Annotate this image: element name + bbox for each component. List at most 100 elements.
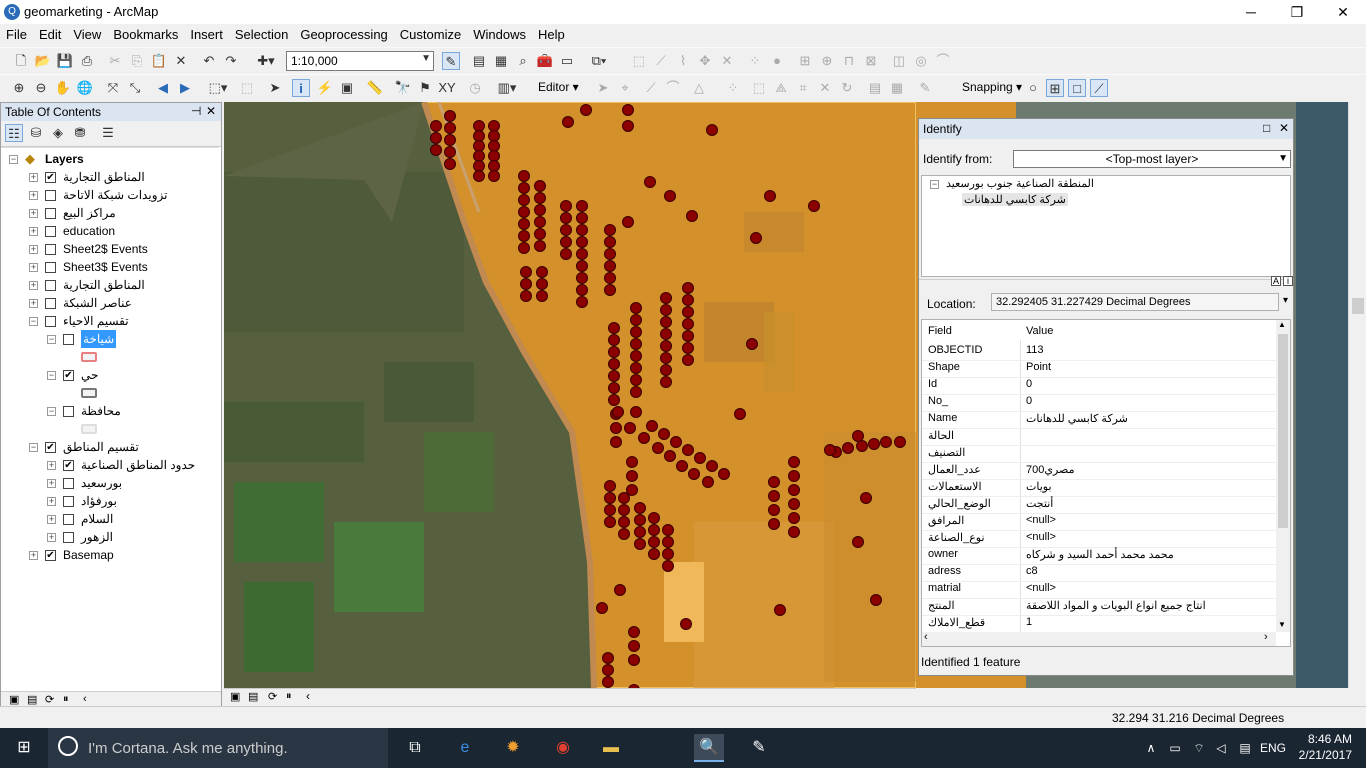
menu-windows[interactable]: Windows [467,24,532,42]
paste-icon[interactable]: 📋 [150,52,168,70]
facility-point[interactable] [788,470,800,482]
attribute-value[interactable]: انتاج جميع انواع البويات و المواد اللاصق… [1026,599,1206,612]
menu-customize[interactable]: Customize [394,24,467,42]
facility-point[interactable] [604,516,616,528]
facility-point[interactable] [852,430,864,442]
create-features-icon[interactable]: ✎ [916,79,934,97]
measure-icon[interactable]: 📏 [366,79,384,97]
select-features-icon[interactable]: ⬚▾ [204,79,232,97]
data-view-icon[interactable]: ▣ [230,690,240,703]
layer-row[interactable]: + ✔ المناطق التجارية [1,168,217,186]
layer-row[interactable]: − محافظة [1,402,217,420]
facility-point[interactable] [628,626,640,638]
layer-visibility-checkbox[interactable] [45,298,56,309]
facility-point[interactable] [768,518,780,530]
expand-icon[interactable]: + [47,497,56,506]
layer-row[interactable]: − شياخة [1,330,217,348]
chrome-icon[interactable]: ◉ [548,734,578,762]
split-tool-icon[interactable]: ✕ [816,79,834,97]
facility-point[interactable] [734,408,746,420]
facility-point[interactable] [488,120,500,132]
attribute-value[interactable]: بويات [1026,480,1052,493]
facility-point[interactable] [576,224,588,236]
list-by-selection-icon[interactable]: ⛃ [71,124,89,142]
straight-segment-icon[interactable]: ⟋ [642,79,660,97]
python-icon[interactable]: ▭ [558,52,576,70]
refresh-view-icon[interactable]: ⟳ [268,690,277,703]
expand-icon[interactable]: + [47,461,56,470]
go-to-xy-icon[interactable]: XY [438,79,456,97]
facility-point[interactable] [518,194,530,206]
point-snapping-icon[interactable]: ○ [1024,79,1042,97]
facility-point[interactable] [624,422,636,434]
expand-icon[interactable]: + [29,281,38,290]
catalog-icon[interactable]: ▦ [492,52,510,70]
facility-point[interactable] [560,224,572,236]
arcmap-taskbar-icon[interactable]: 🔍 [694,734,724,762]
facility-point[interactable] [444,110,456,122]
facility-point[interactable] [610,436,622,448]
back-extent-icon[interactable]: ◀ [154,79,172,97]
attributes-icon[interactable]: ▤ [866,79,884,97]
facility-point[interactable] [608,322,620,334]
select-elements-icon[interactable]: ➤ [266,79,284,97]
facility-point[interactable] [560,200,572,212]
facility-point[interactable] [660,352,672,364]
layer-row[interactable]: + تزويدات شبكة الاتاحة [1,186,217,204]
display-tab-icon[interactable]: ▣ [9,693,19,706]
split-icon[interactable]: ✕ [718,52,736,70]
facility-point[interactable] [618,528,630,540]
edit-annotation-icon[interactable]: ⌖ [616,79,634,97]
facility-point[interactable] [576,284,588,296]
attribute-value[interactable]: أنتجت [1026,497,1053,510]
copy-icon[interactable]: ⎘ [128,52,146,70]
info-icon[interactable]: i [1283,276,1293,286]
layer-row[interactable]: + ✔ Basemap [1,546,217,564]
file-explorer-icon[interactable]: ▬ [596,734,626,762]
collapse-icon[interactable]: − [930,180,939,189]
facility-point[interactable] [634,514,646,526]
layer-visibility-checkbox[interactable] [45,262,56,273]
table-of-contents-icon[interactable]: ▤ [470,52,488,70]
facility-point[interactable] [634,538,646,550]
hyperlink-icon[interactable]: ⚡ [316,79,334,97]
facility-point[interactable] [430,132,442,144]
facility-point[interactable] [534,204,546,216]
facility-point[interactable] [660,364,672,376]
facility-point[interactable] [788,526,800,538]
facility-point[interactable] [660,328,672,340]
facility-point[interactable] [682,330,694,342]
facility-point[interactable] [562,116,574,128]
facility-point[interactable] [444,134,456,146]
edge-snapping-icon[interactable]: ⟋ [1090,79,1108,97]
facility-point[interactable] [534,240,546,252]
collapse-icon[interactable]: − [47,335,56,344]
scroll-thumb[interactable] [1278,334,1288,528]
facility-point[interactable] [682,318,694,330]
facility-point[interactable] [518,230,530,242]
html-popup-icon[interactable]: ▣ [338,79,356,97]
find-icon[interactable]: 🔭 [394,79,412,97]
facility-point[interactable] [618,516,630,528]
facility-point[interactable] [860,492,872,504]
facility-point[interactable] [444,122,456,134]
collapse-icon[interactable]: − [9,155,18,164]
facility-point[interactable] [602,652,614,664]
create-viewer-icon[interactable]: ▥▾ [494,79,520,97]
fixed-zoom-out-icon[interactable]: ⤡ [126,79,144,97]
facility-point[interactable] [576,296,588,308]
attribute-value[interactable]: 0 [1026,395,1032,407]
facility-point[interactable] [610,422,622,434]
maximize-button[interactable]: ❐ [1274,0,1320,24]
layer-visibility-checkbox[interactable] [63,496,74,507]
map-vertical-scrollbar[interactable] [1348,102,1366,688]
facility-point[interactable] [852,536,864,548]
edit-vertex-icon[interactable]: ⬚ [750,79,768,97]
facility-point[interactable] [702,476,714,488]
facility-point[interactable] [664,190,676,202]
collapse-icon[interactable]: − [29,317,38,326]
windows-start-icon[interactable]: ⊞ [8,734,40,762]
facility-point[interactable] [634,526,646,538]
app-gear-icon[interactable]: ✹ [498,734,528,762]
facility-point[interactable] [580,104,592,116]
